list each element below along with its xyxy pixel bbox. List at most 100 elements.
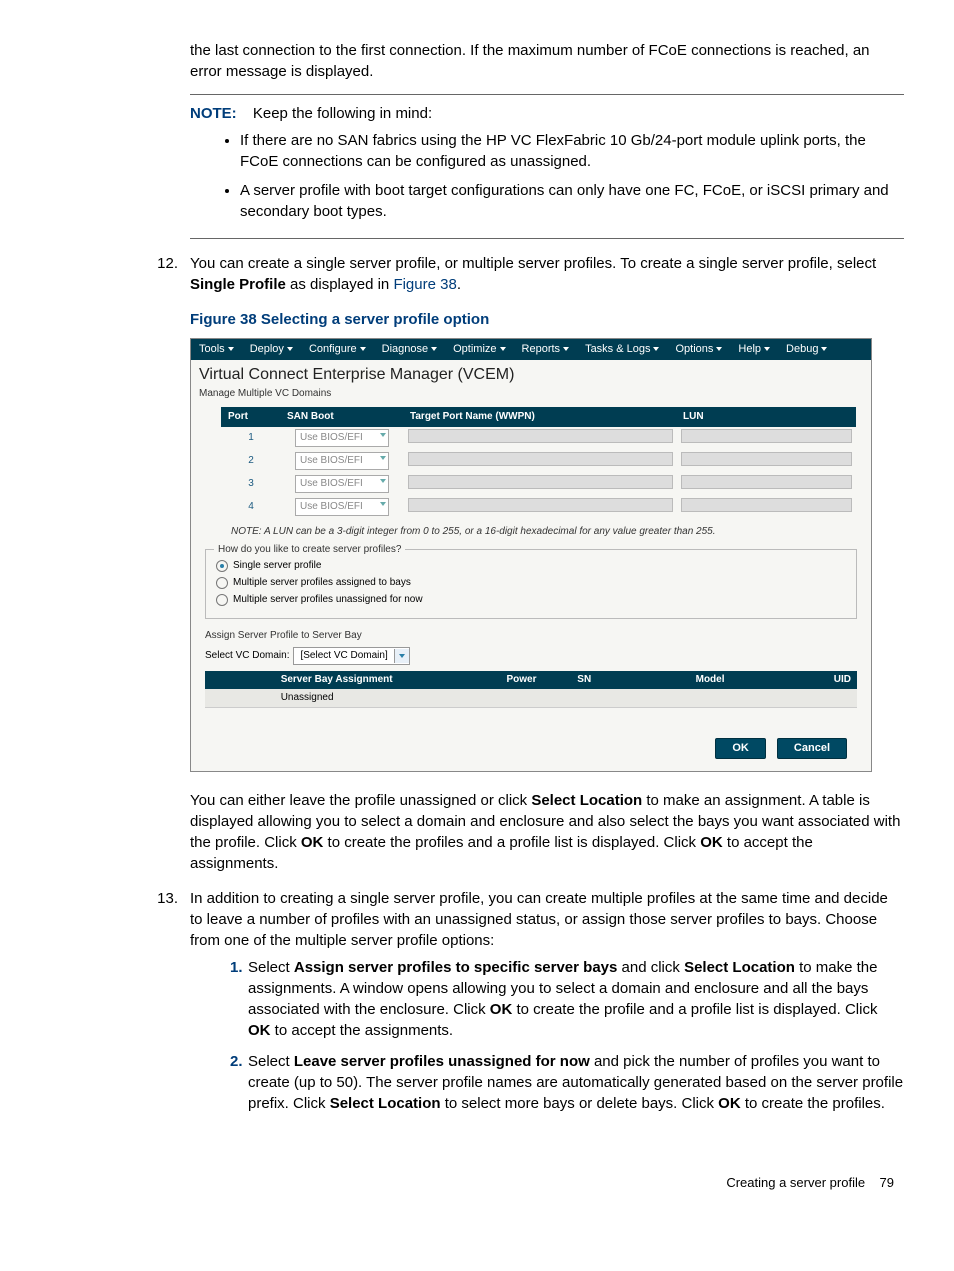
menu-label: Deploy xyxy=(250,343,284,355)
menu-label: Tools xyxy=(199,343,225,355)
domain-value: [Select VC Domain] xyxy=(294,648,393,664)
chevron-down-icon xyxy=(228,347,234,351)
bold-text: Assign server profiles to specific serve… xyxy=(294,959,618,976)
bold-text: OK xyxy=(248,1022,271,1039)
footer-title: Creating a server profile xyxy=(726,1175,865,1190)
sub-step-1: 1. Select Assign server profiles to spec… xyxy=(230,957,904,1041)
ok-button[interactable]: OK xyxy=(715,738,766,759)
bold-text: OK xyxy=(490,1001,513,1018)
wwpn-input[interactable] xyxy=(408,429,673,443)
text: to create the profiles and a profile lis… xyxy=(328,834,701,851)
menu-label: Debug xyxy=(786,343,818,355)
col-sanboot: SAN Boot xyxy=(281,407,404,426)
step-number: 12. xyxy=(150,253,178,295)
domain-select[interactable]: [Select VC Domain] xyxy=(293,647,409,665)
menu-label: Options xyxy=(675,343,713,355)
menu-label: Reports xyxy=(522,343,561,355)
col-bay: Server Bay Assignment xyxy=(275,671,501,689)
table-row: Unassigned xyxy=(205,689,857,708)
chevron-down-icon xyxy=(653,347,659,351)
menu-optimize[interactable]: Optimize xyxy=(445,339,513,360)
chevron-down-icon xyxy=(500,347,506,351)
menu-label: Help xyxy=(738,343,761,355)
chevron-down-icon xyxy=(360,347,366,351)
fieldset-legend: How do you like to create server profile… xyxy=(214,543,405,557)
col-lun: LUN xyxy=(677,407,856,426)
chevron-down-icon xyxy=(380,433,386,437)
text: You can either leave the profile unassig… xyxy=(190,792,531,809)
wwpn-input[interactable] xyxy=(408,475,673,489)
menu-options[interactable]: Options xyxy=(667,339,730,360)
lun-input[interactable] xyxy=(681,429,852,443)
chevron-down-icon xyxy=(399,654,405,658)
menu-label: Optimize xyxy=(453,343,496,355)
app-title: Virtual Connect Enterprise Manager (VCEM… xyxy=(191,360,871,386)
text: and click xyxy=(622,959,685,976)
note-lead: Keep the following in mind: xyxy=(253,105,432,122)
intro-paragraph: the last connection to the first connect… xyxy=(190,40,904,82)
menu-diagnose[interactable]: Diagnose xyxy=(374,339,445,360)
text: to create the profiles. xyxy=(745,1095,885,1112)
cancel-button[interactable]: Cancel xyxy=(777,738,847,759)
port-cell: 3 xyxy=(222,473,281,496)
text: to accept the assignments. xyxy=(275,1022,453,1039)
radio-label: Multiple server profiles unassigned for … xyxy=(233,593,423,607)
step-13: 13. In addition to creating a single ser… xyxy=(50,888,904,1124)
chevron-down-icon xyxy=(563,347,569,351)
sanboot-select[interactable]: Use BIOS/EFI xyxy=(295,452,389,470)
col-wwpn: Target Port Name (WWPN) xyxy=(404,407,677,426)
col-blank xyxy=(205,671,275,689)
figure-caption: Figure 38 Selecting a server profile opt… xyxy=(190,309,904,330)
figure-38: Tools Deploy Configure Diagnose Optimize… xyxy=(190,338,872,772)
port-cell: 2 xyxy=(222,450,281,473)
table-row: 4 Use BIOS/EFI xyxy=(222,496,856,519)
chevron-down-icon xyxy=(380,479,386,483)
bold-text: Select Location xyxy=(531,792,642,809)
radio-multiple-assigned[interactable]: Multiple server profiles assigned to bay… xyxy=(216,576,846,590)
sanboot-select[interactable]: Use BIOS/EFI xyxy=(295,475,389,493)
chevron-down-icon xyxy=(287,347,293,351)
figure-link[interactable]: Figure 38 xyxy=(393,276,456,293)
table-row: 1 Use BIOS/EFI xyxy=(222,426,856,450)
step-number: 13. xyxy=(150,888,178,1124)
dropdown-value: Use BIOS/EFI xyxy=(300,478,363,489)
menu-deploy[interactable]: Deploy xyxy=(242,339,301,360)
menu-help[interactable]: Help xyxy=(730,339,778,360)
port-cell: 1 xyxy=(222,426,281,450)
text: to select more bays or delete bays. Clic… xyxy=(445,1095,718,1112)
text: Select xyxy=(248,959,294,976)
menu-configure[interactable]: Configure xyxy=(301,339,374,360)
text: to create the profile and a profile list… xyxy=(516,1001,877,1018)
chevron-down-icon xyxy=(431,347,437,351)
bold-text: OK xyxy=(700,834,723,851)
bold-text: OK xyxy=(718,1095,741,1112)
radio-multiple-unassigned[interactable]: Multiple server profiles unassigned for … xyxy=(216,593,846,607)
menu-tasks[interactable]: Tasks & Logs xyxy=(577,339,667,360)
menu-tools[interactable]: Tools xyxy=(191,339,242,360)
page-content: the last connection to the first connect… xyxy=(50,40,904,1192)
button-row: OK Cancel xyxy=(191,708,871,771)
radio-single-profile[interactable]: Single server profile xyxy=(216,559,846,573)
app-subtitle: Manage Multiple VC Domains xyxy=(191,387,871,407)
dropdown-button xyxy=(394,649,409,663)
note-label: NOTE: xyxy=(190,105,237,122)
lun-note: NOTE: A LUN can be a 3-digit integer fro… xyxy=(231,525,861,539)
col-port: Port xyxy=(222,407,281,426)
menu-reports[interactable]: Reports xyxy=(514,339,578,360)
lun-input[interactable] xyxy=(681,475,852,489)
wwpn-input[interactable] xyxy=(408,452,673,466)
sanboot-select[interactable]: Use BIOS/EFI xyxy=(295,498,389,516)
radio-label: Multiple server profiles assigned to bay… xyxy=(233,576,411,590)
lun-input[interactable] xyxy=(681,452,852,466)
wwpn-input[interactable] xyxy=(408,498,673,512)
menu-debug[interactable]: Debug xyxy=(778,339,835,360)
note-item: If there are no SAN fabrics using the HP… xyxy=(240,130,904,172)
col-uid: UID xyxy=(828,671,857,689)
assign-section-label: Assign Server Profile to Server Bay xyxy=(205,629,871,643)
lun-input[interactable] xyxy=(681,498,852,512)
radio-icon xyxy=(216,577,228,589)
sanboot-select[interactable]: Use BIOS/EFI xyxy=(295,429,389,447)
bold-text: OK xyxy=(301,834,324,851)
chevron-down-icon xyxy=(821,347,827,351)
sub-steps: 1. Select Assign server profiles to spec… xyxy=(190,957,904,1114)
